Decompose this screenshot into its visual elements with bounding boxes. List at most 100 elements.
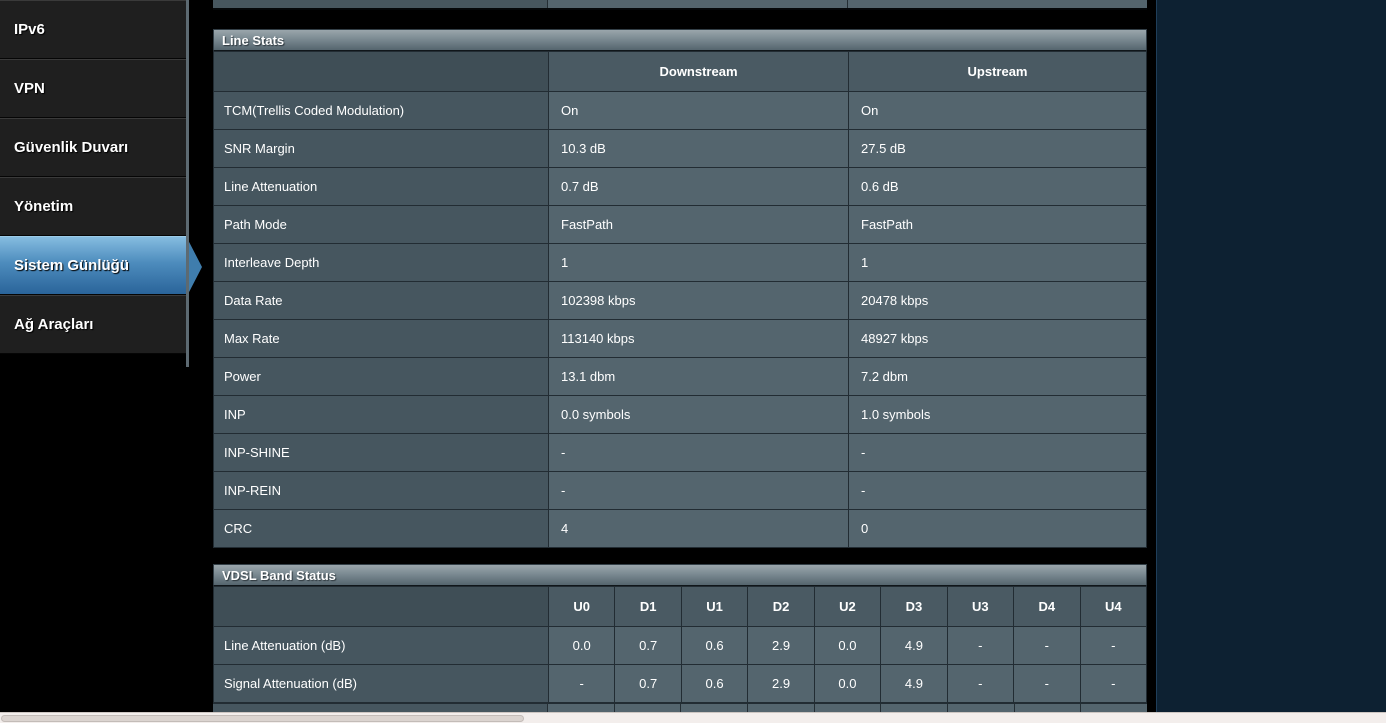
line-stats-table: Downstream Upstream TCM(Trellis Coded Mod… [213, 51, 1147, 548]
downstream-band-value: 2.9 [747, 626, 815, 665]
table-row: SNR Margin 10.3 dB 27.5 dB [213, 129, 1147, 168]
sidebar-menu: IPv6 VPN Güvenlik Duvarı Yönetim Sistem Günl… [0, 0, 202, 354]
row-label: Path Mode [213, 205, 549, 244]
downstream-band-value: - [1013, 664, 1081, 703]
main-content: Line Stats Downstream Upstream TCM(Trelli… [213, 0, 1148, 713]
band-column-header: U4 [1079, 586, 1147, 627]
downstream-band-value: 0.7 [614, 664, 682, 703]
downstream-band-value: 4.9 [880, 664, 948, 703]
band-column-header: D1 [614, 586, 682, 627]
sidebar: IPv6 VPN Güvenlik Duvarı Yönetim Sistem Günl… [0, 0, 202, 367]
downstream-band-value: 0.7 [614, 626, 682, 665]
sidebar-edge [186, 0, 189, 367]
row-label: Line Attenuation (dB) [213, 626, 549, 665]
band-column-header: D4 [1013, 586, 1081, 627]
sidebar-item-label: Sistem Günlüğü [14, 257, 130, 274]
downstream-value: 13.1 dbm [548, 357, 849, 396]
row-label: INP [213, 395, 549, 434]
row-label: Max Rate [213, 319, 549, 358]
row-label: Data Rate [213, 281, 549, 320]
partial-cell [548, 0, 848, 8]
horizontal-scrollbar-thumb[interactable] [1, 715, 524, 722]
band-column-header: U0 [547, 586, 616, 627]
table-row: Interleave Depth 1 1 [213, 243, 1147, 282]
sidebar-item-3[interactable]: Yönetim [0, 177, 186, 236]
sidebar-item-2[interactable]: Güvenlik Duvarı [0, 118, 186, 177]
sidebar-item-1[interactable]: VPN [0, 59, 186, 118]
band-column-header: U3 [946, 586, 1015, 627]
upstream-band-value: 0.0 [813, 664, 882, 703]
upstream-band-value: - [946, 664, 1015, 703]
table-row: Signal Attenuation (dB) -0.7 0.6 2.9 0.0 4.9-… [213, 664, 1147, 703]
vdsl-band-status-table: U0 D1 U1 D2 U2 D3 U3 D4 U4 Line Attenuation (dB)… [213, 586, 1147, 703]
partial-cell [848, 0, 1147, 8]
upstream-value: FastPath [848, 205, 1147, 244]
downstream-value: 102398 kbps [548, 281, 849, 320]
upstream-value: On [848, 91, 1147, 130]
upstream-band-value: 0.0 [813, 626, 882, 665]
upstream-band-value: - [1079, 664, 1147, 703]
upstream-value: 7.2 dbm [848, 357, 1147, 396]
horizontal-scrollbar[interactable] [0, 712, 1386, 723]
column-header: Downstream [548, 51, 849, 92]
row-label: Interleave Depth [213, 243, 549, 282]
partial-cell [213, 0, 548, 8]
page-background-panel [1156, 0, 1386, 712]
sidebar-item-4[interactable]: Sistem Günlüğü [0, 236, 202, 298]
sidebar-item-5[interactable]: Ağ Araçları [0, 295, 186, 354]
table-row: INP-REIN - - [213, 471, 1147, 510]
table-row: Line Attenuation 0.7 dB 0.6 dB [213, 167, 1147, 206]
row-label: INP-SHINE [213, 433, 549, 472]
upstream-value: 48927 kbps [848, 319, 1147, 358]
upstream-band-value: - [1079, 626, 1147, 665]
downstream-value: FastPath [548, 205, 849, 244]
sidebar-item-0[interactable]: IPv6 [0, 0, 186, 59]
band-column-header: D2 [747, 586, 815, 627]
upstream-band-value: - [547, 664, 616, 703]
vdsl-band-status-panel: VDSL Band Status U0 D1 U1 D2 U2 D3 U3 D4 U4 Line… [213, 564, 1148, 713]
sidebar-item-label: IPv6 [14, 21, 45, 38]
previous-table-partial-row [213, 0, 1147, 10]
upstream-value: 27.5 dB [848, 129, 1147, 168]
row-label: CRC [213, 509, 549, 548]
row-label: Line Attenuation [213, 167, 549, 206]
line-stats-panel: Line Stats Downstream Upstream TCM(Trelli… [213, 29, 1147, 548]
vdsl-header-row: U0 D1 U1 D2 U2 D3 U3 D4 U4 [213, 586, 1147, 627]
table-row: INP-SHINE - - [213, 433, 1147, 472]
sidebar-item-label: Ağ Araçları [14, 316, 94, 333]
upstream-band-value: 0.6 [680, 626, 749, 665]
row-label: Power [213, 357, 549, 396]
upstream-value: - [848, 471, 1147, 510]
row-label: Signal Attenuation (dB) [213, 664, 549, 703]
downstream-value: - [548, 433, 849, 472]
table-row: TCM(Trellis Coded Modulation) On On [213, 91, 1147, 130]
row-label: TCM(Trellis Coded Modulation) [213, 91, 549, 130]
corner-header-cell [213, 51, 549, 92]
upstream-value: 1 [848, 243, 1147, 282]
band-column-header: U2 [813, 586, 882, 627]
upstream-value: 20478 kbps [848, 281, 1147, 320]
downstream-band-value: 2.9 [747, 664, 815, 703]
corner-header-cell [213, 586, 549, 627]
row-label: INP-REIN [213, 471, 549, 510]
upstream-band-value: 0.6 [680, 664, 749, 703]
sidebar-item-label: Yönetim [14, 198, 74, 215]
table-row: Line Attenuation (dB) 0.0 0.7 0.6 2.9 0.0 4.9-… [213, 626, 1147, 665]
upstream-value: 1.0 symbols [848, 395, 1147, 434]
sidebar-item-label: Güvenlik Duvarı [14, 139, 129, 156]
table-row: Data Rate 102398 kbps 20478 kbps [213, 281, 1147, 320]
upstream-band-value: - [946, 626, 1015, 665]
line-stats-title: Line Stats [213, 29, 1147, 51]
vdsl-band-status-title: VDSL Band Status [213, 564, 1147, 586]
table-row: Power 13.1 dbm 7.2 dbm [213, 357, 1147, 396]
upstream-value: 0.6 dB [848, 167, 1147, 206]
upstream-band-value: 0.0 [547, 626, 616, 665]
upstream-value: 0 [848, 509, 1147, 548]
downstream-value: - [548, 471, 849, 510]
band-column-header: U1 [680, 586, 749, 627]
downstream-value: 0.0 symbols [548, 395, 849, 434]
downstream-value: 4 [548, 509, 849, 548]
table-row: INP 0.0 symbols 1.0 symbols [213, 395, 1147, 434]
downstream-value: On [548, 91, 849, 130]
downstream-band-value: - [1013, 626, 1081, 665]
